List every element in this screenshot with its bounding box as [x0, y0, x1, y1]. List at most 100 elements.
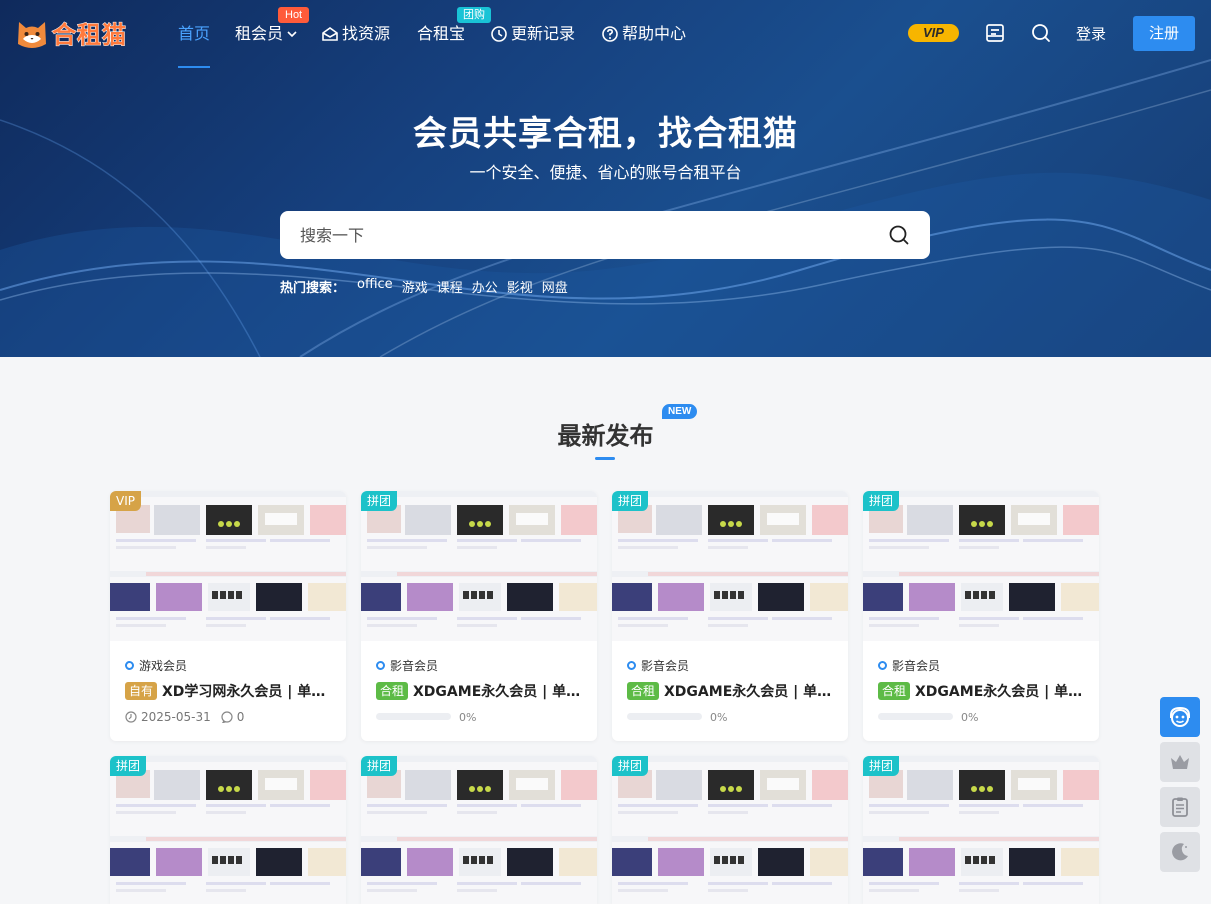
product-title-text: XDGAME永久会员 | 单…	[413, 684, 581, 700]
product-thumbnail[interactable]: 拼团	[612, 756, 848, 904]
nav-item-hezubao[interactable]: 合租宝	[417, 22, 465, 46]
product-category[interactable]: 游戏会员	[125, 657, 187, 674]
nav-item-label: 首页	[178, 24, 211, 43]
hero-title: 会员共享合租，找合租猫	[413, 114, 798, 154]
product-category[interactable]: 影音会员	[376, 657, 438, 674]
product-card[interactable]: 拼团 影音会员 合租 XDGAME永久会员 | 单… 0%	[612, 491, 848, 741]
thumbnail-image	[361, 756, 597, 904]
product-card[interactable]: VIP 游戏会员 自有 XD学习网永久会员 | 单… 2025-05-31 0	[110, 491, 346, 741]
section-title: 最新发布	[557, 422, 654, 450]
hero-subtitle: 一个安全、便捷、省心的账号合租平台	[469, 163, 742, 182]
active-nav-indicator	[178, 66, 210, 68]
search-icon[interactable]	[1030, 22, 1052, 44]
product-type-pill: 合租	[878, 682, 911, 700]
thumbnail-image	[361, 491, 597, 641]
nav-item-rent-membership[interactable]: 租会员	[235, 22, 298, 46]
product-meta: 2025-05-31 0	[125, 710, 244, 724]
group-progress-bar	[878, 713, 953, 720]
customer-support-button[interactable]	[1160, 697, 1200, 737]
vip-button[interactable]: VIP	[908, 24, 959, 42]
product-category[interactable]: 影音会员	[878, 657, 940, 674]
comment-count: 0	[236, 710, 245, 724]
product-thumbnail[interactable]: 拼团	[361, 491, 597, 641]
hot-search-term[interactable]: 网盘	[542, 277, 568, 296]
thumbnail-image	[863, 756, 1099, 904]
moon-icon	[1172, 843, 1188, 861]
progress-label: 0%	[459, 711, 477, 724]
clock-icon	[491, 26, 507, 42]
progress-label: 0%	[961, 711, 979, 724]
product-type-pill: 自有	[125, 682, 158, 700]
group-progress-bar	[627, 713, 702, 720]
comment-icon	[221, 711, 233, 723]
progress-label: 0%	[710, 711, 728, 724]
clock-icon	[125, 711, 137, 723]
document-list-icon[interactable]	[984, 22, 1006, 44]
product-thumbnail[interactable]: 拼团	[863, 756, 1099, 904]
support-icon	[1170, 706, 1190, 727]
product-card[interactable]: 拼团	[612, 756, 848, 904]
nav-item-changelog[interactable]: 更新记录	[490, 22, 575, 46]
product-thumbnail[interactable]: VIP	[110, 491, 346, 641]
nav-item-label: 租会员	[235, 24, 284, 43]
mail-open-icon	[322, 27, 338, 41]
product-card[interactable]: 拼团	[863, 756, 1099, 904]
product-tag: 拼团	[863, 756, 900, 776]
thumbnail-image	[110, 491, 346, 641]
hot-search-term[interactable]: office	[357, 277, 393, 296]
clipboard-button[interactable]	[1160, 787, 1200, 827]
thumbnail-image	[863, 491, 1099, 641]
product-tag: 拼团	[361, 756, 398, 776]
product-thumbnail[interactable]: 拼团	[110, 756, 346, 904]
product-tag: 拼团	[863, 491, 900, 511]
hot-search-term[interactable]: 游戏	[402, 277, 428, 296]
product-title[interactable]: 合租 XDGAME永久会员 | 单…	[878, 681, 1088, 701]
category-dot-icon	[376, 661, 385, 670]
thumbnail-image	[110, 756, 346, 904]
clipboard-icon	[1172, 797, 1188, 817]
nav-item-label: 找资源	[342, 24, 391, 43]
login-link[interactable]: 登录	[1076, 23, 1106, 44]
category-label: 游戏会员	[139, 659, 188, 673]
product-card[interactable]: 拼团	[110, 756, 346, 904]
product-title-text: XD学习网永久会员 | 单…	[162, 684, 326, 700]
product-card[interactable]: 拼团 影音会员 合租 XDGAME永久会员 | 单… 0%	[361, 491, 597, 741]
product-title[interactable]: 合租 XDGAME永久会员 | 单…	[627, 681, 837, 701]
thumbnail-image	[612, 491, 848, 641]
nav-item-find-resources[interactable]: 找资源	[321, 22, 390, 46]
top-navigation: 合租猫 首页 租会员 Hot 找资源 合租宝 团购 更新记录 帮助中心 VIP …	[0, 0, 1211, 68]
search-bar	[280, 211, 930, 259]
new-badge: NEW	[662, 404, 698, 419]
hot-search-list: 热门搜索： office 游戏 课程 办公 影视 网盘	[280, 277, 568, 296]
category-label: 影音会员	[390, 659, 439, 673]
vip-crown-button[interactable]	[1160, 742, 1200, 782]
product-title[interactable]: 自有 XD学习网永久会员 | 单…	[125, 681, 335, 701]
product-thumbnail[interactable]: 拼团	[863, 491, 1099, 641]
hot-search-term[interactable]: 课程	[437, 277, 463, 296]
product-thumbnail[interactable]: 拼团	[612, 491, 848, 641]
site-logo[interactable]: 合租猫	[14, 14, 127, 50]
hot-search-term[interactable]: 办公	[472, 277, 498, 296]
question-circle-icon	[602, 26, 618, 42]
nav-item-home[interactable]: 首页	[178, 22, 210, 46]
section-title-underline	[595, 457, 615, 460]
search-submit-icon[interactable]	[888, 224, 910, 246]
product-card[interactable]: 拼团 影音会员 合租 XDGAME永久会员 | 单… 0%	[863, 491, 1099, 741]
register-button[interactable]: 注册	[1133, 16, 1195, 51]
product-title-text: XDGAME永久会员 | 单…	[915, 684, 1083, 700]
hot-badge: Hot	[278, 7, 310, 23]
hot-search-label: 热门搜索：	[280, 281, 346, 296]
product-card[interactable]: 拼团	[361, 756, 597, 904]
chevron-down-icon	[287, 31, 297, 38]
hot-search-term[interactable]: 影视	[507, 277, 533, 296]
product-title[interactable]: 合租 XDGAME永久会员 | 单…	[376, 681, 586, 701]
product-tag: 拼团	[612, 491, 649, 511]
nav-item-help-center[interactable]: 帮助中心	[601, 22, 686, 46]
product-thumbnail[interactable]: 拼团	[361, 756, 597, 904]
product-tag: 拼团	[110, 756, 147, 776]
product-category[interactable]: 影音会员	[627, 657, 689, 674]
category-label: 影音会员	[641, 659, 690, 673]
dark-mode-toggle[interactable]	[1160, 832, 1200, 872]
nav-item-label: 更新记录	[511, 24, 576, 43]
search-input[interactable]	[280, 211, 880, 259]
